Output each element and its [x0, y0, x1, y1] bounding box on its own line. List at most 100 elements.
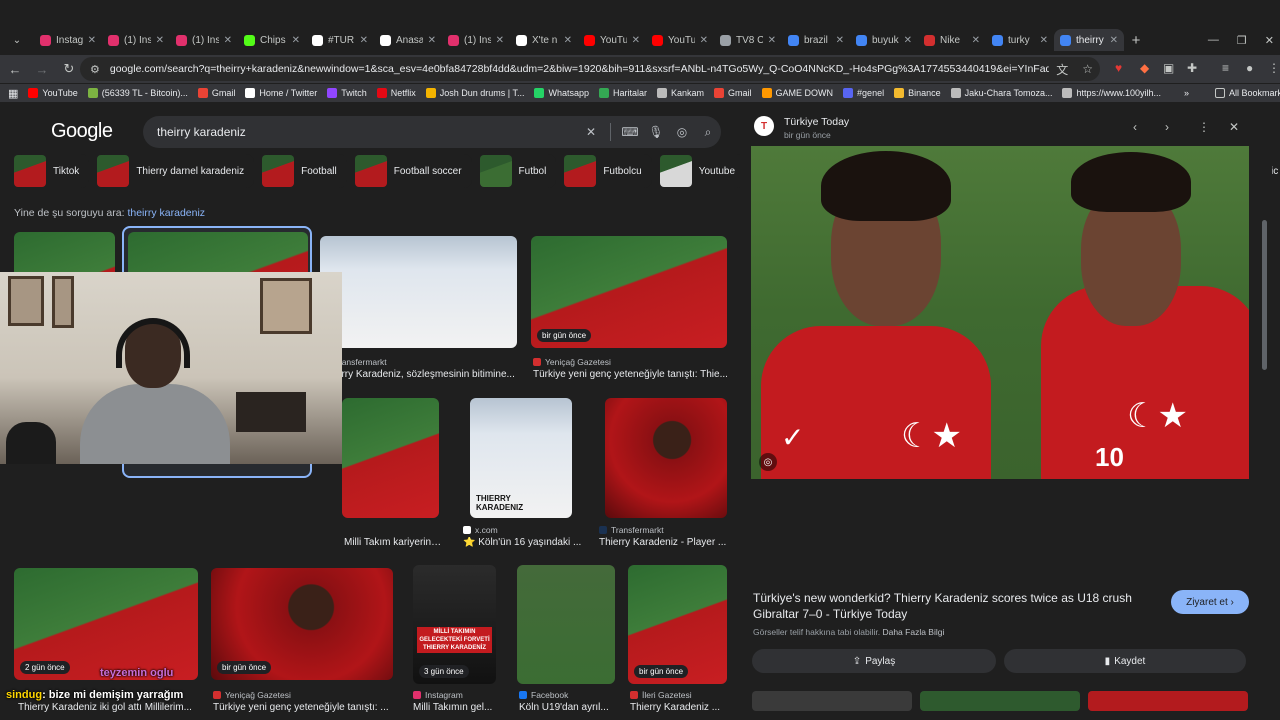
visit-button[interactable]: Ziyaret et ›: [1171, 590, 1249, 614]
bookmark-star-icon[interactable]: ☆: [1082, 62, 1093, 76]
all-bookmarks[interactable]: All Bookmarks: [1215, 88, 1280, 98]
preview-image[interactable]: ☾★ ✓ ☾★ 10 ◎: [751, 146, 1249, 479]
clear-icon[interactable]: ✕: [578, 125, 604, 139]
refinement-chip[interactable]: Tiktok: [14, 154, 90, 188]
close-window-icon[interactable]: ✕: [1265, 34, 1274, 47]
close-tab-icon[interactable]: ✕: [972, 35, 980, 46]
image-source[interactable]: Transfermarkt: [599, 525, 664, 535]
image-source[interactable]: Facebook: [519, 690, 568, 700]
bookmark-item[interactable]: (56339 TL - Bitcoin)...: [87, 88, 188, 98]
apps-icon[interactable]: ▦: [8, 87, 18, 100]
lens-icon[interactable]: ◎: [669, 125, 695, 139]
scrollbar[interactable]: [1262, 220, 1267, 370]
new-tab-button[interactable]: +: [1124, 32, 1148, 49]
browser-tab[interactable]: X'te n ✕: [510, 29, 578, 51]
refinement-chip[interactable]: Futbol: [479, 154, 557, 188]
browser-tab[interactable]: brazil ✕: [782, 29, 850, 51]
image-result[interactable]: MİLLİ TAKIMIN GELECEKTEKİ FORVETİ THIERRY …: [413, 565, 496, 684]
search-box[interactable]: theirry karadeniz ✕ ⌨ 🎙 ◎ ⌕: [143, 116, 721, 148]
image-title[interactable]: Köln U19'dan ayrıl...: [519, 702, 615, 713]
image-title[interactable]: Thierry Karadeniz ...: [630, 702, 727, 713]
related-link[interactable]: theirry karadeniz: [127, 207, 205, 219]
more-info-link[interactable]: Daha Fazla Bilgi: [882, 627, 944, 637]
prev-image-icon[interactable]: ‹: [1133, 120, 1137, 134]
translate-icon[interactable]: 文: [1056, 61, 1068, 78]
google-logo[interactable]: Google: [51, 120, 113, 143]
refinement-chip[interactable]: Futbolcu: [564, 154, 652, 188]
forward-icon[interactable]: →: [30, 62, 54, 77]
source-logo[interactable]: T: [754, 116, 774, 136]
close-tab-icon[interactable]: ✕: [904, 35, 912, 46]
image-title[interactable]: Thierry Karadeniz iki gol attı Millileri…: [18, 702, 198, 713]
bookmark-item[interactable]: Binance: [894, 88, 941, 98]
image-result[interactable]: bir gün önce: [531, 236, 727, 348]
image-title[interactable]: Milli Takım kariyerine...: [344, 537, 444, 548]
bookmark-item[interactable]: https://www.100yilh...: [1062, 88, 1161, 98]
refinement-chip[interactable]: Youtube: [659, 154, 746, 188]
bookmark-item[interactable]: Home / Twitter: [245, 88, 317, 98]
image-title[interactable]: ⭐ Köln'ün 16 yaşındaki ...: [463, 537, 585, 548]
related-thumb[interactable]: [752, 691, 912, 711]
image-result[interactable]: bir gün önce: [628, 565, 727, 684]
refinement-chip[interactable]: Thierry darnel karadeniz: [97, 154, 255, 188]
minimize-icon[interactable]: —: [1208, 34, 1219, 46]
next-image-icon[interactable]: ›: [1165, 120, 1169, 134]
bookmark-item[interactable]: YouTube: [28, 88, 78, 98]
related-thumb[interactable]: [920, 691, 1080, 711]
image-result[interactable]: bir gün önce: [211, 568, 393, 680]
bookmark-item[interactable]: Gmail: [197, 88, 235, 98]
browser-tab[interactable]: turky ✕: [986, 29, 1054, 51]
browser-tab[interactable]: YouTu ✕: [578, 29, 646, 51]
bookmark-item[interactable]: Netflix: [376, 88, 416, 98]
browser-tab[interactable]: theirry ✕: [1054, 29, 1124, 51]
close-tab-icon[interactable]: ✕: [632, 35, 640, 46]
extension-icon[interactable]: ♥: [1115, 61, 1122, 75]
tab-search-button[interactable]: ⌄: [6, 30, 28, 50]
bookmark-item[interactable]: Kankam: [657, 88, 704, 98]
browser-tab[interactable]: #TUR ✕: [306, 29, 374, 51]
close-tab-icon[interactable]: ✕: [156, 35, 164, 46]
image-result[interactable]: [342, 398, 439, 518]
bookmark-item[interactable]: Gmail: [714, 88, 752, 98]
browser-tab[interactable]: (1) Ins ✕: [170, 29, 238, 51]
lens-search-icon[interactable]: ◎: [759, 453, 777, 471]
preview-title[interactable]: Türkiye's new wonderkid? Thierry Karaden…: [753, 590, 1153, 622]
browser-tab[interactable]: Chips ✕: [238, 29, 306, 51]
extension-icon[interactable]: ▣: [1163, 61, 1174, 75]
bookmark-item[interactable]: GAME DOWN: [761, 88, 833, 98]
refinement-chip[interactable]: Football: [262, 154, 347, 188]
related-thumb[interactable]: [1088, 691, 1248, 711]
browser-tab[interactable]: Anasa ✕: [374, 29, 442, 51]
search-input[interactable]: theirry karadeniz: [157, 125, 578, 139]
close-tab-icon[interactable]: ✕: [1110, 35, 1118, 46]
bookmark-item[interactable]: Jaku-Chara Tomoza...: [950, 88, 1052, 98]
image-result[interactable]: 2 gün önce: [14, 568, 198, 680]
keyboard-icon[interactable]: ⌨: [617, 125, 643, 139]
share-button[interactable]: ⇪ Paylaş: [752, 649, 996, 673]
more-bookmarks-icon[interactable]: »: [1184, 88, 1189, 98]
image-title[interactable]: Milli Takımın gel...: [413, 702, 499, 713]
site-info-icon[interactable]: ⚙: [90, 63, 100, 76]
url-text[interactable]: google.com/search?q=theirry+karadeniz&ne…: [110, 63, 1049, 75]
refinement-chip[interactable]: Football soccer: [354, 154, 472, 188]
extensions-puzzle-icon[interactable]: ✚: [1187, 61, 1197, 75]
close-tab-icon[interactable]: ✕: [1040, 35, 1048, 46]
close-tab-icon[interactable]: ✕: [88, 35, 96, 46]
image-title[interactable]: Thierry Karadeniz, sözleşmesinin bitimin…: [322, 369, 517, 380]
image-result[interactable]: [517, 565, 615, 684]
image-source[interactable]: Yeniçağ Gazetesi: [533, 357, 611, 367]
maximize-icon[interactable]: ❐: [1237, 34, 1247, 47]
close-tab-icon[interactable]: ✕: [836, 35, 844, 46]
search-icon[interactable]: ⌕: [695, 125, 721, 140]
browser-tab[interactable]: Instag ✕: [34, 29, 102, 51]
image-result[interactable]: [605, 398, 727, 518]
reading-list-icon[interactable]: ≡: [1222, 61, 1229, 75]
image-result[interactable]: [320, 236, 517, 348]
extension-icon[interactable]: ◆: [1140, 61, 1149, 75]
image-title[interactable]: Thierry Karadeniz - Player ...: [599, 537, 729, 548]
close-tab-icon[interactable]: ✕: [700, 35, 708, 46]
browser-tab[interactable]: Nike ✕: [918, 29, 986, 51]
image-title[interactable]: Türkiye yeni genç yeteneğiyle tanıştı: T…: [533, 369, 728, 380]
profile-avatar-icon[interactable]: ●: [1246, 61, 1253, 75]
reload-icon[interactable]: ↻: [57, 61, 81, 77]
